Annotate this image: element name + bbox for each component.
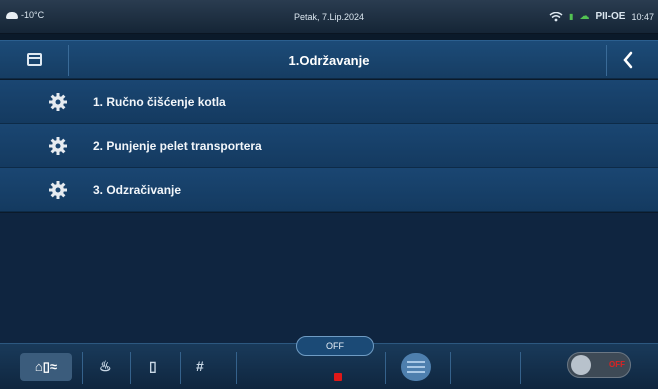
device-mode: PII-OE (595, 11, 626, 22)
menu-item-label: 3. Odzračivanje (93, 183, 182, 197)
status-bar: -10°C Petak, 7.Lip.2024 ▮ ☁ PII-OE 10:47 (0, 0, 658, 34)
alarm-indicator-icon (334, 373, 342, 381)
divider (180, 352, 181, 384)
chevron-left-icon (623, 51, 633, 69)
divider (606, 45, 607, 76)
back-button[interactable] (612, 43, 646, 78)
page-title: 1.Održavanje (288, 53, 370, 68)
title-bar: 1.Održavanje (0, 40, 658, 79)
gear-icon (49, 93, 67, 111)
power-toggle[interactable]: OFF (567, 352, 631, 378)
divider (520, 352, 521, 384)
menu-item-air-venting[interactable]: 3. Odzračivanje (0, 168, 658, 212)
gear-icon (49, 181, 67, 199)
auto-mode-icon[interactable]: ⌂▯≈ (20, 353, 72, 381)
gear-icon (49, 137, 67, 155)
toggle-label: OFF (609, 360, 625, 369)
maintenance-menu: 1. Ručno čišćenje kotla 2. Punjenje pele… (0, 80, 658, 212)
wifi-icon (549, 11, 563, 21)
menu-item-label: 2. Punjenje pelet transportera (93, 139, 262, 153)
divider (130, 352, 131, 384)
menu-item-pellet-conveyor-filling[interactable]: 2. Punjenje pelet transportera (0, 124, 658, 168)
divider (82, 352, 83, 384)
divider (450, 352, 451, 384)
cloud-connection-icon: ☁ (579, 11, 590, 22)
menu-item-manual-boiler-cleaning[interactable]: 1. Ručno čišćenje kotla (0, 80, 658, 124)
burner-status-tab[interactable]: OFF (296, 336, 374, 356)
grid-icon[interactable]: # (196, 358, 204, 374)
signal-icon: ▮ (569, 12, 574, 21)
content-area (0, 213, 658, 343)
divider (236, 352, 237, 384)
menu-lines-icon[interactable] (401, 353, 431, 381)
boiler-icon[interactable]: ▯ (149, 358, 157, 375)
flame-icon[interactable]: ♨ (99, 358, 112, 375)
divider (385, 352, 386, 384)
menu-item-label: 1. Ručno čišćenje kotla (93, 95, 226, 109)
clock: 10:47 (631, 11, 654, 22)
toggle-knob (571, 355, 591, 375)
